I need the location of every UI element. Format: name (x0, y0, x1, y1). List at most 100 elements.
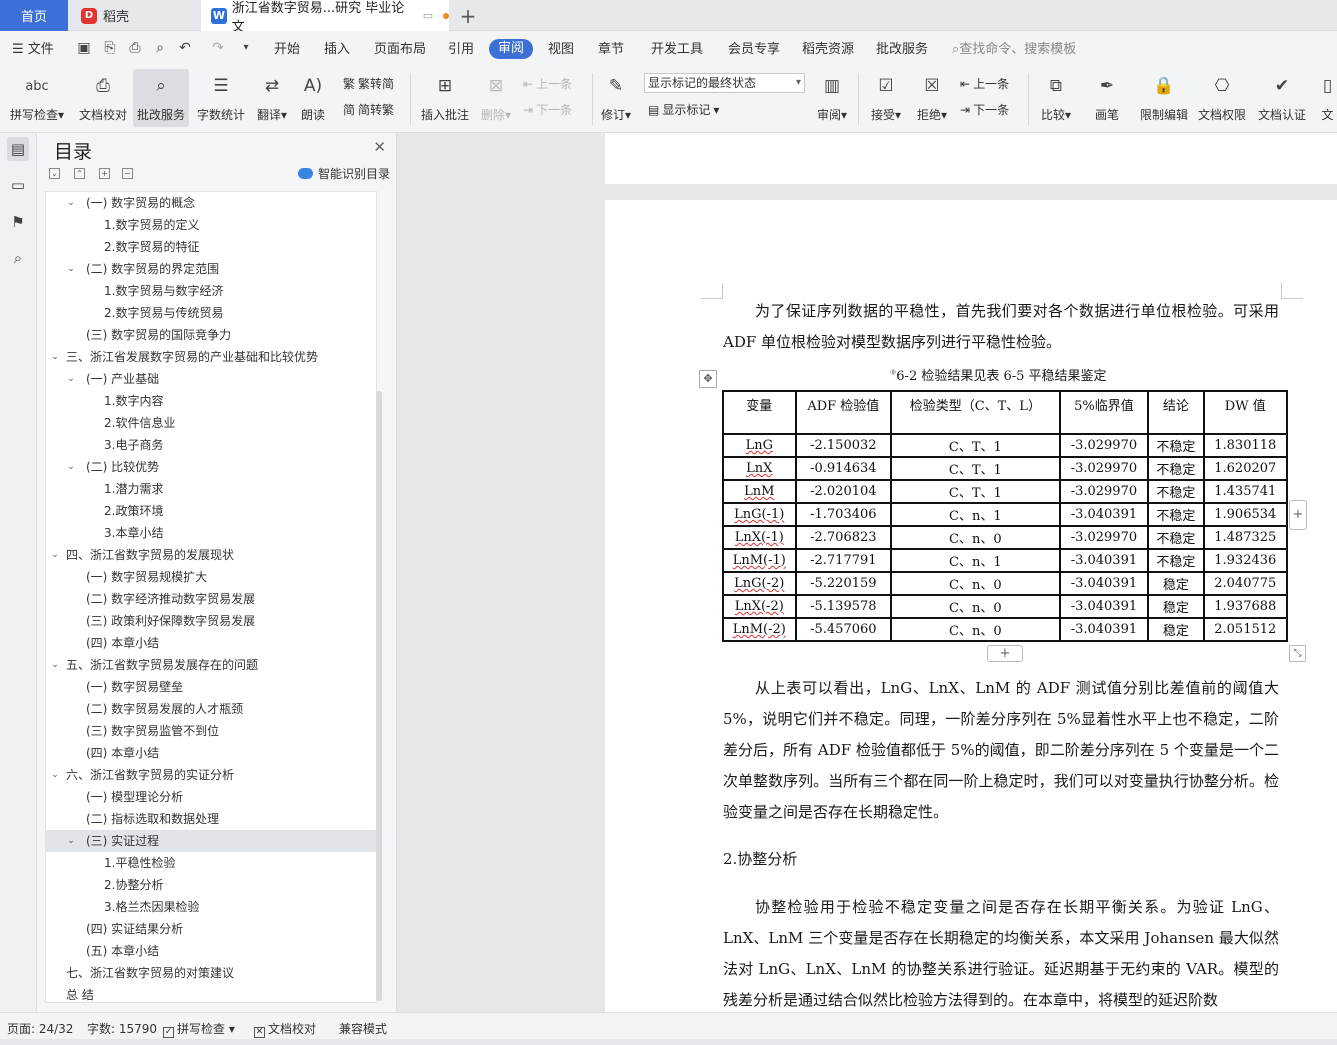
toc-item[interactable]: (三) 政策利好保障数字贸易发展 (46, 610, 376, 632)
table-cell[interactable]: -2.706823 (794, 525, 893, 550)
table-cell[interactable]: 1.830118 (1202, 433, 1289, 458)
chevron-down-icon[interactable]: ⌄ (66, 830, 76, 852)
bookmark-icon[interactable]: ⚑ (9, 213, 27, 231)
toc-item[interactable]: 1.数字内容 (46, 390, 376, 412)
table-resize-icon[interactable]: ⤡ (1289, 645, 1306, 662)
toc-item[interactable]: ⌄ 三、浙江省发展数字贸易的产业基础和比较优势 (46, 346, 376, 368)
toc-item[interactable]: (三) 数字贸易监管不到位 (46, 720, 376, 742)
table-cell[interactable]: 1.932436 (1202, 548, 1289, 573)
track-changes-button[interactable]: ✎ 修订▾ (598, 69, 634, 127)
chevron-down-icon[interactable]: ⌄ (66, 258, 76, 280)
table-cell[interactable]: 不稳定 (1147, 525, 1205, 550)
spell-check-button[interactable]: abc 拼写检查▾ (8, 69, 66, 127)
table-cell[interactable]: LnX (722, 456, 797, 481)
document-page[interactable]: 为了保证序列数据的平稳性，首先我们要对各个数据进行单位根检验。可采用 ADF 单… (605, 200, 1337, 1012)
toc-item[interactable]: ⌄ (二) 比较优势 (46, 456, 376, 478)
save-icon[interactable]: ▣ (76, 40, 92, 56)
table-cell[interactable]: 不稳定 (1147, 502, 1205, 527)
toc-item[interactable]: (二) 指标选取和数据处理 (46, 808, 376, 830)
toc-item[interactable]: (一) 数字贸易壁垒 (46, 676, 376, 698)
toc-item[interactable]: 1.数字贸易的定义 (46, 214, 376, 236)
table-cell[interactable]: LnG (722, 433, 797, 458)
menu-devtools[interactable]: 开发工具 (651, 40, 703, 59)
toc-item[interactable]: 3.本章小结 (46, 522, 376, 544)
toc-item[interactable]: (五) 本章小结 (46, 940, 376, 962)
table-cell[interactable]: -2.150032 (794, 433, 893, 458)
table-cell[interactable]: -5.220159 (794, 571, 893, 596)
table-cell[interactable]: 稳定 (1147, 594, 1205, 619)
table-cell[interactable]: 2.040775 (1202, 571, 1289, 596)
table-cell[interactable]: 不稳定 (1147, 548, 1205, 573)
word-count-button[interactable]: ☰ 字数统计 (195, 69, 247, 127)
table-cell[interactable]: LnX(-1) (722, 525, 797, 550)
doc-more-button[interactable]: ▯ 文 (1318, 69, 1337, 127)
table-cell[interactable]: C、T、1 (890, 433, 1061, 458)
table-cell[interactable]: C、n、0 (890, 525, 1061, 550)
close-icon[interactable]: ✕ (373, 138, 386, 156)
toc-item[interactable]: ⌄ (一) 数字贸易的概念 (46, 192, 376, 214)
table-cell[interactable]: LnM(-1) (722, 548, 797, 573)
toc-item[interactable]: 2.政策环境 (46, 500, 376, 522)
next-comment-button[interactable]: ⇥ 下一条 (523, 101, 572, 118)
new-tab-button[interactable]: + (458, 0, 478, 31)
toc-item[interactable]: 3.格兰杰因果检验 (46, 896, 376, 918)
toc-item[interactable]: (四) 本章小结 (46, 742, 376, 764)
menu-member[interactable]: 会员专享 (728, 40, 780, 59)
insert-comment-button[interactable]: ⊞ 插入批注 (418, 69, 472, 127)
table-cell[interactable]: -3.040391 (1058, 502, 1150, 527)
word-count-indicator[interactable]: 字数: 15790 (87, 1020, 157, 1037)
print-preview-icon[interactable]: ⌕ (152, 40, 168, 56)
add-column-button[interactable]: + (1289, 500, 1307, 530)
read-aloud-button[interactable]: A) 朗读 (297, 69, 329, 127)
toc-item[interactable]: 1.数字贸易与数字经济 (46, 280, 376, 302)
toc-item[interactable]: (一) 模型理论分析 (46, 786, 376, 808)
undo-icon[interactable]: ↶ (177, 40, 193, 56)
table-cell[interactable]: 稳定 (1147, 617, 1205, 642)
chevron-down-icon[interactable]: ⌄ (66, 368, 76, 390)
table-cell[interactable]: -5.139578 (794, 594, 893, 619)
menu-daoke-resources[interactable]: 稻壳资源 (802, 40, 854, 59)
table-cell[interactable]: -3.040391 (1058, 548, 1150, 573)
menu-review-service[interactable]: 批改服务 (876, 40, 928, 59)
review-service-button[interactable]: ⌕ 批改服务 (133, 69, 189, 127)
remove-heading-icon[interactable]: − (122, 168, 133, 179)
menu-start[interactable]: 开始 (274, 40, 300, 59)
toc-item[interactable]: ⌄ 四、浙江省数字贸易的发展现状 (46, 544, 376, 566)
toc-item[interactable]: (四) 实证结果分析 (46, 918, 376, 940)
table-cell[interactable]: 1.487325 (1202, 525, 1289, 550)
table-cell[interactable]: -1.703406 (794, 502, 893, 527)
menu-chapter[interactable]: 章节 (598, 40, 624, 59)
accept-button[interactable]: ☑ 接受▾ (866, 69, 906, 127)
table-cell[interactable]: C、n、0 (890, 617, 1061, 642)
tab-daoke[interactable]: D 稻壳 (69, 0, 199, 31)
table-cell[interactable]: -3.029970 (1058, 433, 1150, 458)
menu-view[interactable]: 视图 (548, 40, 574, 59)
next-change-button[interactable]: ⇥ 下一条 (960, 101, 1009, 118)
toc-item[interactable]: 总 结 (46, 984, 376, 1002)
toc-item[interactable]: (三) 数字贸易的国际竞争力 (46, 324, 376, 346)
doc-cert-button[interactable]: ✔ 文档认证 (1256, 69, 1308, 127)
toc-item[interactable]: (一) 数字贸易规模扩大 (46, 566, 376, 588)
toc-item[interactable]: 2.协整分析 (46, 874, 376, 896)
redo-icon[interactable]: ↷ (210, 40, 226, 56)
menu-layout[interactable]: 页面布局 (374, 40, 426, 59)
delete-comment-button[interactable]: ⊠ 删除▾ (478, 69, 514, 127)
smart-toc-button[interactable]: 智能识别目录 (297, 165, 390, 182)
toc-item[interactable]: (四) 本章小结 (46, 632, 376, 654)
simp-to-trad-button[interactable]: 简简转繁 (343, 101, 394, 118)
table-cell[interactable]: -3.029970 (1058, 456, 1150, 481)
table-cell[interactable]: -0.914634 (794, 456, 893, 481)
table-cell[interactable]: -3.040391 (1058, 571, 1150, 596)
table-cell[interactable]: 1.620207 (1202, 456, 1289, 481)
adf-result-table[interactable]: 变量 ADF 检验值 检验类型（C、T、L） 5%临界值 结论 DW 值 LnG -2.15… (722, 390, 1289, 642)
toc-item[interactable]: ⌄ (三) 实证过程 (46, 830, 376, 852)
command-search[interactable]: ⌕查找命令、搜索模板 (952, 40, 1076, 59)
add-heading-icon[interactable]: + (99, 168, 110, 179)
table-cell[interactable]: C、n、0 (890, 594, 1061, 619)
table-cell[interactable]: 1.906534 (1202, 502, 1289, 527)
menu-insert[interactable]: 插入 (324, 40, 350, 59)
toc-item[interactable]: ⌄ (一) 产业基础 (46, 368, 376, 390)
table-cell[interactable]: -3.040391 (1058, 617, 1150, 642)
review-pane-button[interactable]: ▥ 审阅▾ (812, 69, 852, 127)
table-cell[interactable]: C、n、1 (890, 548, 1061, 573)
